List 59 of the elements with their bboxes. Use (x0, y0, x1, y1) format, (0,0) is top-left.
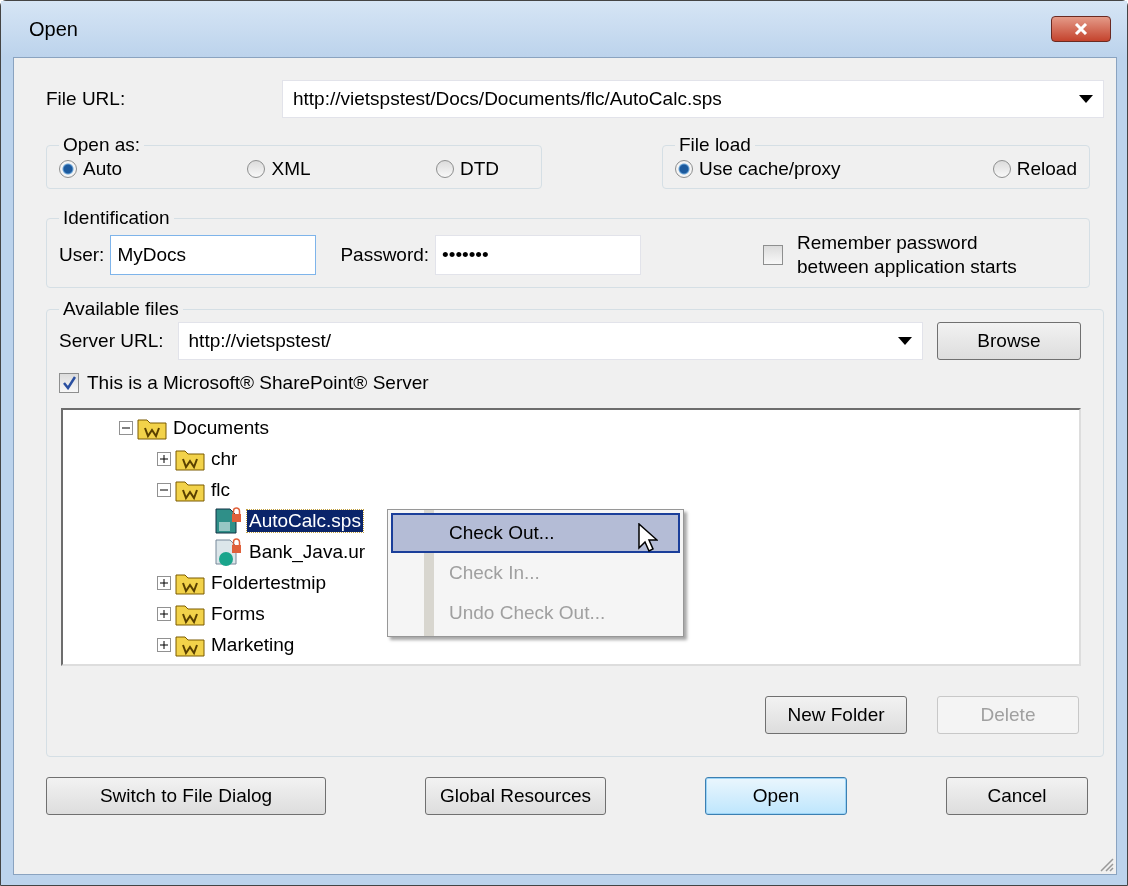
password-field[interactable]: ••••••• (435, 235, 642, 275)
resize-grip-icon[interactable] (1098, 856, 1114, 872)
group-title: Identification (62, 207, 171, 229)
url-combobox[interactable]: http://vietspstest/ (177, 322, 923, 360)
radio-button[interactable] (247, 160, 266, 178)
tree-item[interactable]: flc (209, 478, 232, 501)
checkbox[interactable] (59, 373, 79, 393)
button[interactable]: Cancel (946, 777, 1088, 815)
tree-item[interactable]: chr (209, 447, 240, 470)
radio-button[interactable] (992, 160, 1011, 178)
radio-option[interactable]: Reload (992, 158, 1077, 180)
button[interactable]: Open (705, 777, 847, 815)
radio-label: Auto (83, 158, 123, 180)
window-title: Open (29, 17, 78, 41)
collapse-icon[interactable] (119, 420, 133, 435)
close-button[interactable] (1051, 16, 1111, 42)
group-title: Available files (62, 298, 180, 320)
field-label: Server URL: (59, 330, 164, 352)
button[interactable]: Global Resources (425, 777, 606, 815)
radio-label: Reload (1016, 158, 1077, 180)
tree-item[interactable]: Bank_Java.ur (247, 540, 368, 563)
menu-item[interactable]: Check Out... (391, 513, 680, 553)
button[interactable]: Switch to File Dialog (46, 777, 326, 815)
radio-option[interactable]: XML (247, 158, 311, 180)
user-field[interactable]: MyDocs (110, 235, 317, 275)
group-title: Open as: (62, 134, 142, 156)
group-title: File load (678, 134, 752, 156)
tree-item[interactable]: Foldertestmip (209, 571, 329, 594)
locked-file-icon (213, 537, 243, 566)
expand-icon[interactable] (157, 575, 171, 590)
checkbox-label: Remember password between application starts (797, 231, 1018, 279)
tree-item[interactable]: Forms (209, 602, 267, 625)
url-combobox[interactable]: http://vietspstest/Docs/Documents/flc/AutoCalc.sps (282, 80, 1104, 118)
field-label: File URL: (46, 88, 127, 110)
tree-item[interactable]: Documents (171, 416, 272, 439)
close-icon (1074, 23, 1088, 35)
radio-option[interactable]: Auto (59, 158, 123, 180)
radio-label: DTD (459, 158, 499, 180)
caret-icon (1079, 95, 1093, 103)
checkbox[interactable] (763, 245, 783, 265)
expand-icon[interactable] (157, 637, 171, 652)
mouse-pointer-icon (638, 523, 658, 553)
locked-file-icon (213, 506, 243, 535)
expand-icon[interactable] (157, 606, 171, 621)
radio-button[interactable] (59, 160, 77, 178)
radio-button[interactable] (675, 160, 693, 178)
button[interactable]: New Folder (765, 696, 907, 734)
tree-item[interactable]: AutoCalc.sps (247, 509, 363, 532)
radio-label: XML (271, 158, 311, 180)
caret-icon (898, 337, 912, 345)
button[interactable]: Browse (937, 322, 1081, 360)
radio-option[interactable]: DTD (435, 158, 499, 180)
checkbox-label: This is a Microsoft® SharePoint® Server (87, 372, 429, 394)
tree-item[interactable]: Marketing (209, 633, 297, 656)
field-label: Password: (340, 244, 430, 266)
collapse-icon[interactable] (157, 482, 171, 497)
expand-icon[interactable] (157, 451, 171, 466)
field-label: User: (59, 244, 105, 266)
radio-button[interactable] (435, 160, 454, 178)
